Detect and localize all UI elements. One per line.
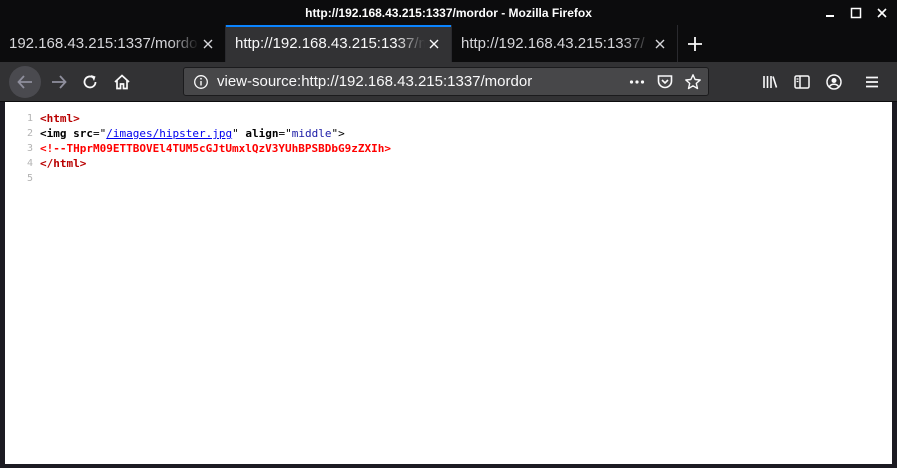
bookmark-star-button[interactable] — [684, 73, 702, 91]
plus-icon — [688, 36, 702, 51]
account-button[interactable] — [818, 66, 850, 98]
window-bottom-border — [0, 464, 897, 468]
sidebar-button[interactable] — [786, 66, 818, 98]
sidebar-icon — [794, 75, 810, 89]
minimize-icon — [826, 14, 834, 17]
tab-label: http://192.168.43.215:1337/ — [461, 35, 645, 52]
tab-2-active[interactable]: http://192.168.43.215:1337/mordor — [226, 25, 452, 62]
arrow-right-icon — [52, 75, 67, 89]
tab-close-icon[interactable] — [427, 37, 441, 51]
html-comment: <!--THprM09ETTBOVEl4TUM5cGJtUmxlQzV3YUhB… — [40, 142, 391, 155]
library-icon — [763, 76, 778, 88]
tab-3[interactable]: http://192.168.43.215:1337/ — [452, 25, 678, 62]
star-icon — [685, 74, 701, 90]
close-window-button[interactable] — [873, 4, 891, 22]
home-icon — [114, 74, 130, 90]
reload-button[interactable] — [74, 66, 106, 98]
tab-1[interactable]: 192.168.43.215:1337/mordor — [0, 25, 226, 62]
line-number: 3 — [26, 143, 33, 154]
img-tag-close: "> — [331, 127, 345, 140]
tab-label: http://192.168.43.215:1337/mordor — [235, 35, 425, 52]
arrow-left-icon — [17, 75, 32, 89]
url-text[interactable]: view-source:http://192.168.43.215:1337/m… — [217, 73, 532, 90]
info-icon[interactable] — [193, 74, 209, 90]
menu-button[interactable] — [856, 66, 888, 98]
source-line: 1 <html> — [5, 111, 391, 126]
back-button[interactable] — [9, 66, 41, 98]
source-line: 3 <!--THprM09ETTBOVEl4TUM5cGJtUmxlQzV3YU… — [5, 141, 391, 156]
navigation-toolbar: view-source:http://192.168.43.215:1337/m… — [0, 62, 897, 102]
src-quote-close: " — [232, 127, 246, 140]
align-value: middle — [291, 127, 332, 140]
maximize-icon — [850, 7, 862, 18]
source-line: 5 — [5, 171, 391, 186]
html-open-tag: <html> — [40, 112, 80, 125]
tab-strip: 192.168.43.215:1337/mordor http://192.16… — [0, 25, 897, 62]
more-horizontal-icon — [629, 80, 645, 84]
library-button[interactable] — [754, 66, 786, 98]
window-titlebar: http://192.168.43.215:1337/mordor - Mozi… — [0, 0, 897, 25]
page-content: 1 <html> 2 <img src="/images/hipster.jpg… — [5, 102, 892, 464]
forward-button[interactable] — [43, 66, 75, 98]
src-attr: src — [73, 127, 93, 140]
source-line: 4 </html> — [5, 156, 391, 171]
line-number: 1 — [26, 113, 33, 124]
pocket-button[interactable] — [656, 73, 674, 91]
line-number: 2 — [26, 128, 33, 139]
window-controls — [821, 0, 891, 25]
align-attr: align — [245, 127, 279, 140]
img-tag-open: <img — [40, 127, 74, 140]
hamburger-menu-icon — [866, 76, 878, 88]
html-close-tag: </html> — [40, 157, 87, 170]
new-tab-button[interactable] — [680, 25, 710, 62]
tab-close-icon[interactable] — [653, 37, 667, 51]
close-icon — [877, 7, 887, 18]
window-title: http://192.168.43.215:1337/mordor - Mozi… — [305, 5, 592, 20]
url-bar[interactable]: view-source:http://192.168.43.215:1337/m… — [183, 67, 709, 96]
minimize-button[interactable] — [821, 4, 839, 22]
line-number: 4 — [26, 158, 33, 169]
page-actions-button[interactable] — [628, 73, 646, 91]
image-src-link[interactable]: /images/hipster.jpg — [106, 127, 232, 140]
maximize-button[interactable] — [847, 4, 865, 22]
pocket-icon — [657, 75, 673, 89]
line-number: 5 — [26, 173, 33, 184]
home-button[interactable] — [106, 66, 138, 98]
source-view: 1 <html> 2 <img src="/images/hipster.jpg… — [5, 111, 391, 186]
source-line: 2 <img src="/images/hipster.jpg" align="… — [5, 126, 391, 141]
account-icon — [826, 74, 842, 90]
tab-label: 192.168.43.215:1337/mordor — [9, 35, 199, 52]
src-eq: =" — [93, 127, 107, 140]
tab-close-icon[interactable] — [201, 37, 215, 51]
align-eq: =" — [278, 127, 292, 140]
reload-icon — [83, 75, 97, 89]
